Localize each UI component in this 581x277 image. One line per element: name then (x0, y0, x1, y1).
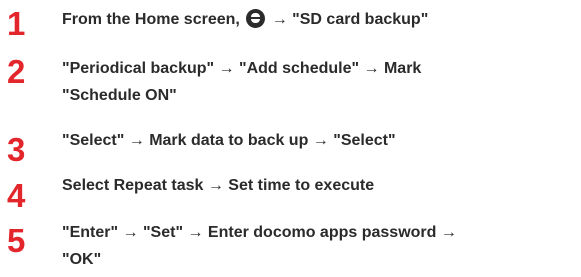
step-text: "Enter" → "Set" → Enter docomo apps pass… (62, 219, 562, 273)
step-text-line: "OK" (62, 251, 102, 268)
home-key-icon (246, 9, 266, 28)
step-text: Select Repeat task → Set time to execute (62, 172, 562, 199)
step-text-line: "Select" → Mark data to back up → "Selec… (62, 132, 396, 149)
step-number: 1 (7, 5, 25, 42)
step-text-line: "Enter" → "Set" → Enter docomo apps pass… (62, 224, 457, 241)
step-text-line: "Schedule ON" (62, 87, 177, 104)
step-text-line: "Periodical backup" → "Add schedule" → M… (62, 60, 422, 77)
step-number: 5 (7, 222, 25, 259)
step-number: 4 (7, 177, 25, 214)
step-text-line: Select Repeat task → Set time to execute (62, 177, 375, 194)
step-text: "Select" → Mark data to back up → "Selec… (62, 127, 562, 154)
step-text-suffix: → "SD card backup" (267, 11, 429, 28)
step-number: 3 (7, 131, 25, 168)
step-text: "Periodical backup" → "Add schedule" → M… (62, 55, 562, 109)
instruction-steps: 1 From the Home screen, → "SD card backu… (0, 0, 581, 277)
step-number: 2 (7, 53, 25, 90)
step-text: From the Home screen, → "SD card backup" (62, 6, 562, 33)
step-text-prefix: From the Home screen, (62, 11, 245, 28)
